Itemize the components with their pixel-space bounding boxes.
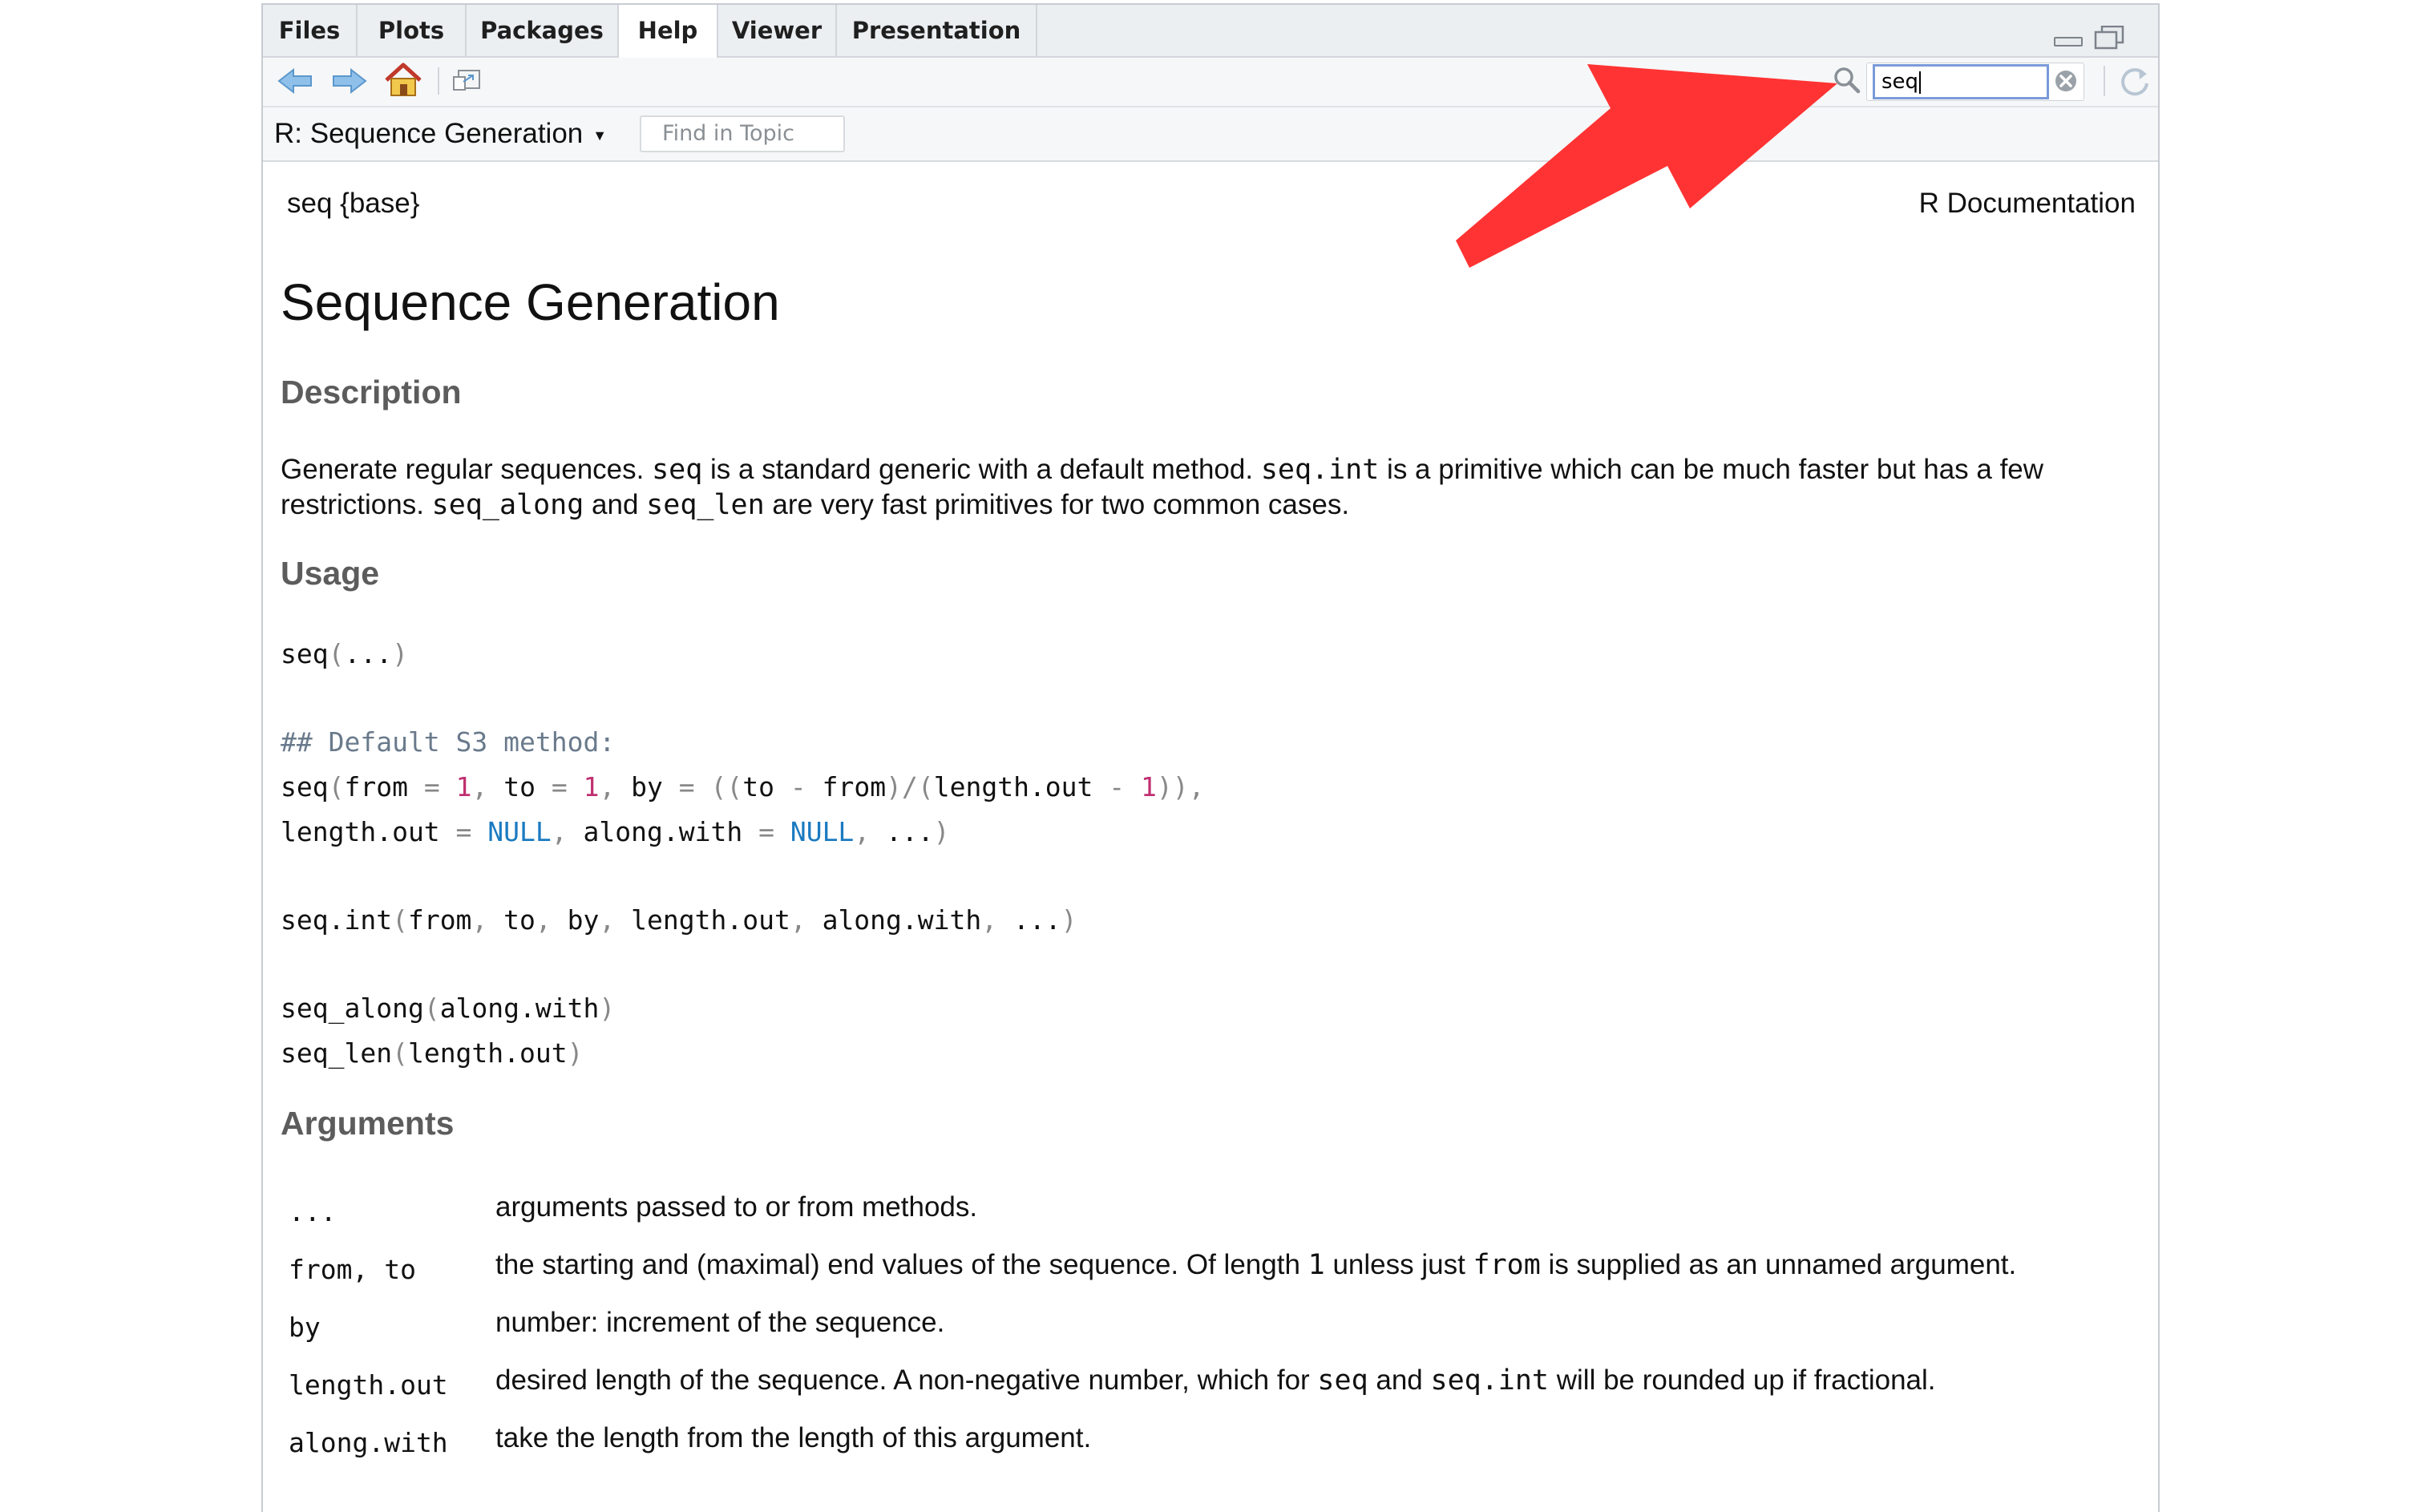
description-line-2: restrictions. seq_along and seq_len are … xyxy=(281,489,1350,521)
help-pane: Files Plots Packages Help Viewer Present… xyxy=(261,3,2160,1512)
help-content: seq {base} R Documentation Sequence Gene… xyxy=(263,162,2158,1512)
argument-description: arguments passed to or from methods. xyxy=(495,1191,978,1223)
search-icon xyxy=(1834,67,1861,94)
popout-icon[interactable] xyxy=(452,69,481,93)
argument-name: ... xyxy=(289,1196,337,1227)
minimize-pane-icon[interactable] xyxy=(2054,37,2083,46)
toolbar-divider xyxy=(438,67,439,95)
usage-code-line: seq(...) xyxy=(281,638,408,669)
argument-description: the starting and (maximal) end values of… xyxy=(495,1249,2017,1281)
argument-description: take the length from the length of this … xyxy=(495,1422,1092,1453)
package-tag: seq {base} xyxy=(287,188,420,219)
usage-code-comment: ## Default S3 method: xyxy=(281,726,616,758)
window-controls xyxy=(2054,26,2126,53)
usage-code-line: length.out = NULL, along.with = NULL, ..… xyxy=(281,816,950,847)
usage-code-line: seq_along(along.with) xyxy=(281,993,616,1024)
arrow-left-icon[interactable] xyxy=(277,67,313,95)
clear-search-icon[interactable] xyxy=(2054,69,2078,93)
usage-heading: Usage xyxy=(281,555,380,592)
page-title: Sequence Generation xyxy=(281,273,780,331)
arrow-right-icon[interactable] xyxy=(332,67,367,95)
help-search-input[interactable]: seq xyxy=(1873,64,2049,99)
tab-viewer[interactable]: Viewer xyxy=(718,5,837,56)
argument-description: desired length of the sequence. A non-ne… xyxy=(495,1364,1936,1397)
usage-code-line: seq.int(from, to, by, length.out, along.… xyxy=(281,904,1077,936)
tab-help[interactable]: Help xyxy=(619,5,718,58)
description-line-1: Generate regular sequences. seq is a sta… xyxy=(281,454,2044,486)
tab-presentation[interactable]: Presentation xyxy=(837,5,1037,56)
chevron-down-icon: ▼ xyxy=(592,127,608,144)
tab-files[interactable]: Files xyxy=(263,5,358,56)
argument-description: number: increment of the sequence. xyxy=(495,1307,945,1338)
usage-code-line: seq_len(length.out) xyxy=(281,1037,584,1069)
argument-name: along.with xyxy=(289,1427,448,1458)
usage-code-line: seq(from = 1, to = 1, by = ((to - from)/… xyxy=(281,771,1205,802)
topic-bar: R: Sequence Generation ▼ Find in Topic xyxy=(263,107,2158,162)
home-icon[interactable] xyxy=(383,63,423,98)
argument-name: by xyxy=(289,1312,321,1343)
help-toolbar: seq xyxy=(263,58,2158,107)
argument-name: from, to xyxy=(289,1254,416,1285)
arguments-heading: Arguments xyxy=(281,1105,455,1142)
tab-packages[interactable]: Packages xyxy=(467,5,619,56)
maximize-pane-icon[interactable] xyxy=(2094,26,2124,50)
doc-label: R Documentation xyxy=(1918,188,2136,219)
find-in-topic-input[interactable]: Find in Topic xyxy=(640,115,845,152)
topic-dropdown[interactable]: R: Sequence Generation ▼ xyxy=(274,107,607,160)
argument-name: length.out xyxy=(289,1369,448,1401)
topic-title: R: Sequence Generation xyxy=(274,118,584,149)
pane-tab-bar: Files Plots Packages Help Viewer Present… xyxy=(263,5,2158,58)
description-heading: Description xyxy=(281,374,462,410)
search-input-value: seq xyxy=(1881,70,1919,94)
refresh-icon[interactable] xyxy=(2118,64,2152,98)
tab-plots[interactable]: Plots xyxy=(358,5,467,56)
toolbar-divider-2 xyxy=(2104,66,2105,96)
